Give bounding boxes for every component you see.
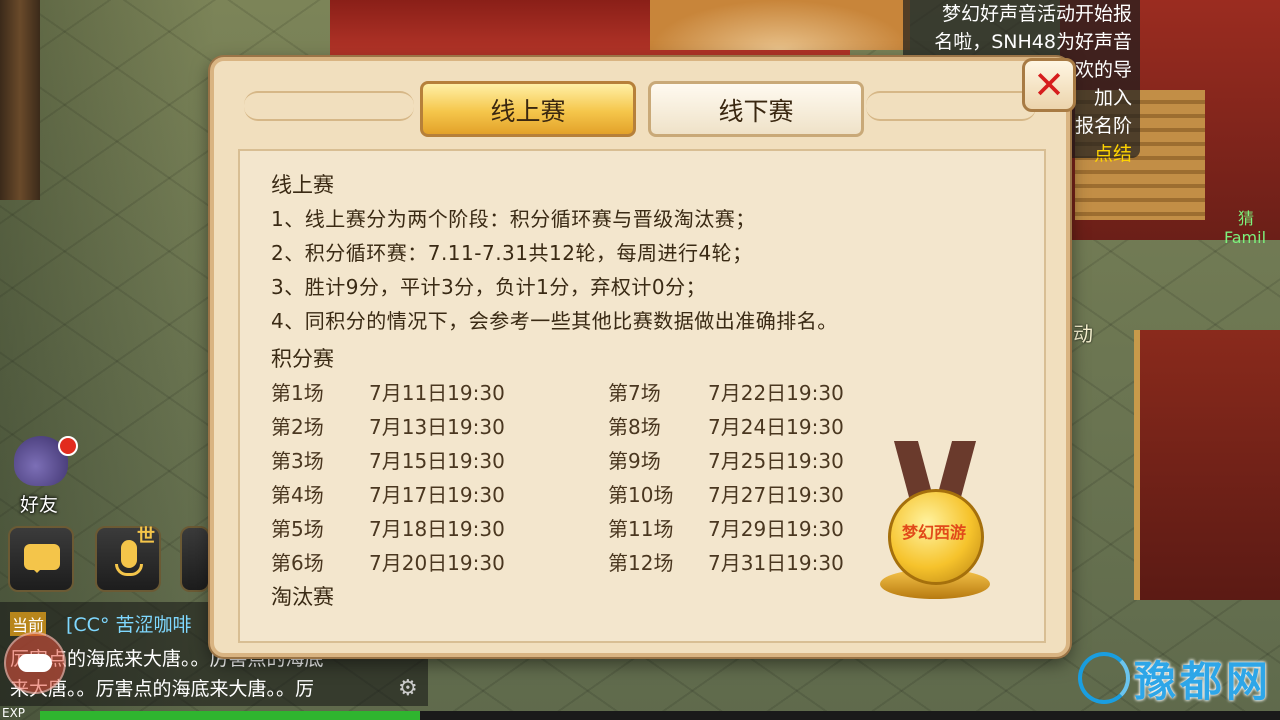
voice-button-partial[interactable] — [180, 526, 210, 592]
content-panel[interactable]: 线上赛 1、线上赛分为两个阶段：积分循环赛与晋级淘汰赛； 2、积分循环赛：7.1… — [238, 149, 1046, 643]
scene-lamp-post — [0, 0, 40, 200]
schedule-time: 7月17日19:30 — [369, 483, 505, 507]
schedule-round: 第7场 — [608, 381, 661, 405]
schedule-time: 7月15日19:30 — [369, 449, 505, 473]
watermark-logo-icon — [1078, 652, 1130, 704]
scroll-fade — [240, 613, 1044, 641]
watermark-text: 豫都网 — [1134, 656, 1273, 706]
npc-name-label: 猜 — [1238, 209, 1255, 228]
schedule-time: 7月27日19:30 — [708, 483, 844, 507]
section-heading-points: 积分赛 — [271, 347, 334, 371]
schedule-time: 7月24日19:30 — [708, 415, 844, 439]
schedule-time: 7月25日19:30 — [708, 449, 844, 473]
microphone-stand-icon — [115, 564, 143, 576]
exp-bar-fill — [40, 711, 420, 720]
section-heading-knockout: 淘汰赛 — [271, 585, 334, 609]
gear-icon[interactable]: ⚙ — [398, 676, 418, 701]
scene-building-ornament — [650, 0, 910, 50]
notification-dot — [58, 436, 78, 456]
rule-line: 4、同积分的情况下，会参考一些其他比赛数据做出准确排名。 — [271, 309, 838, 333]
header-ornament — [866, 91, 1036, 121]
scene-text: 动 — [1073, 322, 1093, 346]
close-icon: ✕ — [1033, 63, 1065, 107]
tab-online[interactable]: 线上赛 — [420, 81, 636, 137]
rule-line: 1、线上赛分为两个阶段：积分循环赛与晋级淘汰赛； — [271, 207, 756, 231]
schedule-round: 第10场 — [608, 483, 674, 507]
friends-button[interactable]: 好友 — [6, 436, 78, 516]
rule-line: 2、积分循环赛：7.11-7.31共12轮，每周进行4轮； — [271, 241, 753, 265]
schedule-time: 7月29日19:30 — [708, 517, 844, 541]
tab-offline[interactable]: 线下赛 — [648, 81, 864, 137]
schedule-round: 第11场 — [608, 517, 674, 541]
schedule-time: 7月18日19:30 — [369, 517, 505, 541]
schedule-round: 第12场 — [608, 551, 674, 575]
notice-line: 名啦，SNH48为好声音 — [934, 31, 1132, 53]
notice-line: 梦幻好声音活动开始报 — [941, 3, 1132, 25]
scene-pavilion — [1134, 330, 1280, 600]
world-voice-button[interactable]: 世 — [95, 526, 161, 592]
npc-family-label: Famil — [1224, 228, 1267, 247]
schedule-time: 7月31日19:30 — [708, 551, 844, 575]
friends-label: 好友 — [20, 494, 59, 516]
schedule-round: 第4场 — [271, 483, 324, 507]
schedule-round: 第3场 — [271, 449, 324, 473]
section-heading-online: 线上赛 — [271, 173, 334, 197]
schedule-round: 第6场 — [271, 551, 324, 575]
schedule-round: 第5场 — [271, 517, 324, 541]
schedule-time: 7月11日19:30 — [369, 381, 505, 405]
gamepad-icon[interactable] — [4, 632, 66, 694]
chat-message: [CC° 苦涩咖啡 — [66, 614, 192, 636]
schedule-time: 7月20日19:30 — [369, 551, 505, 575]
schedule-round: 第8场 — [608, 415, 661, 439]
site-watermark: 豫都网 — [1078, 648, 1272, 708]
schedule-time: 7月13日19:30 — [369, 415, 505, 439]
world-channel-tag: 世 — [137, 526, 155, 547]
game-logo: 梦幻西游 — [901, 523, 966, 542]
schedule-round: 第2场 — [271, 415, 324, 439]
chat-bubble-icon — [24, 544, 60, 573]
header-ornament — [244, 91, 414, 121]
schedule-round: 第1场 — [271, 381, 324, 405]
chat-button[interactable] — [8, 526, 74, 592]
exp-label: EXP — [2, 706, 26, 720]
match-info-dialog: 线上赛 线下赛 ✕ 线上赛 1、线上赛分为两个阶段：积分循环赛与晋级淘汰赛； 2… — [210, 57, 1076, 657]
schedule-round: 第9场 — [608, 449, 661, 473]
close-button[interactable]: ✕ — [1022, 58, 1076, 112]
schedule-time: 7月22日19:30 — [708, 381, 844, 405]
rule-line: 3、胜计9分，平计3分，负计1分，弃权计0分； — [271, 275, 707, 299]
trophy-medal-icon: 梦幻西游 — [880, 441, 1010, 611]
